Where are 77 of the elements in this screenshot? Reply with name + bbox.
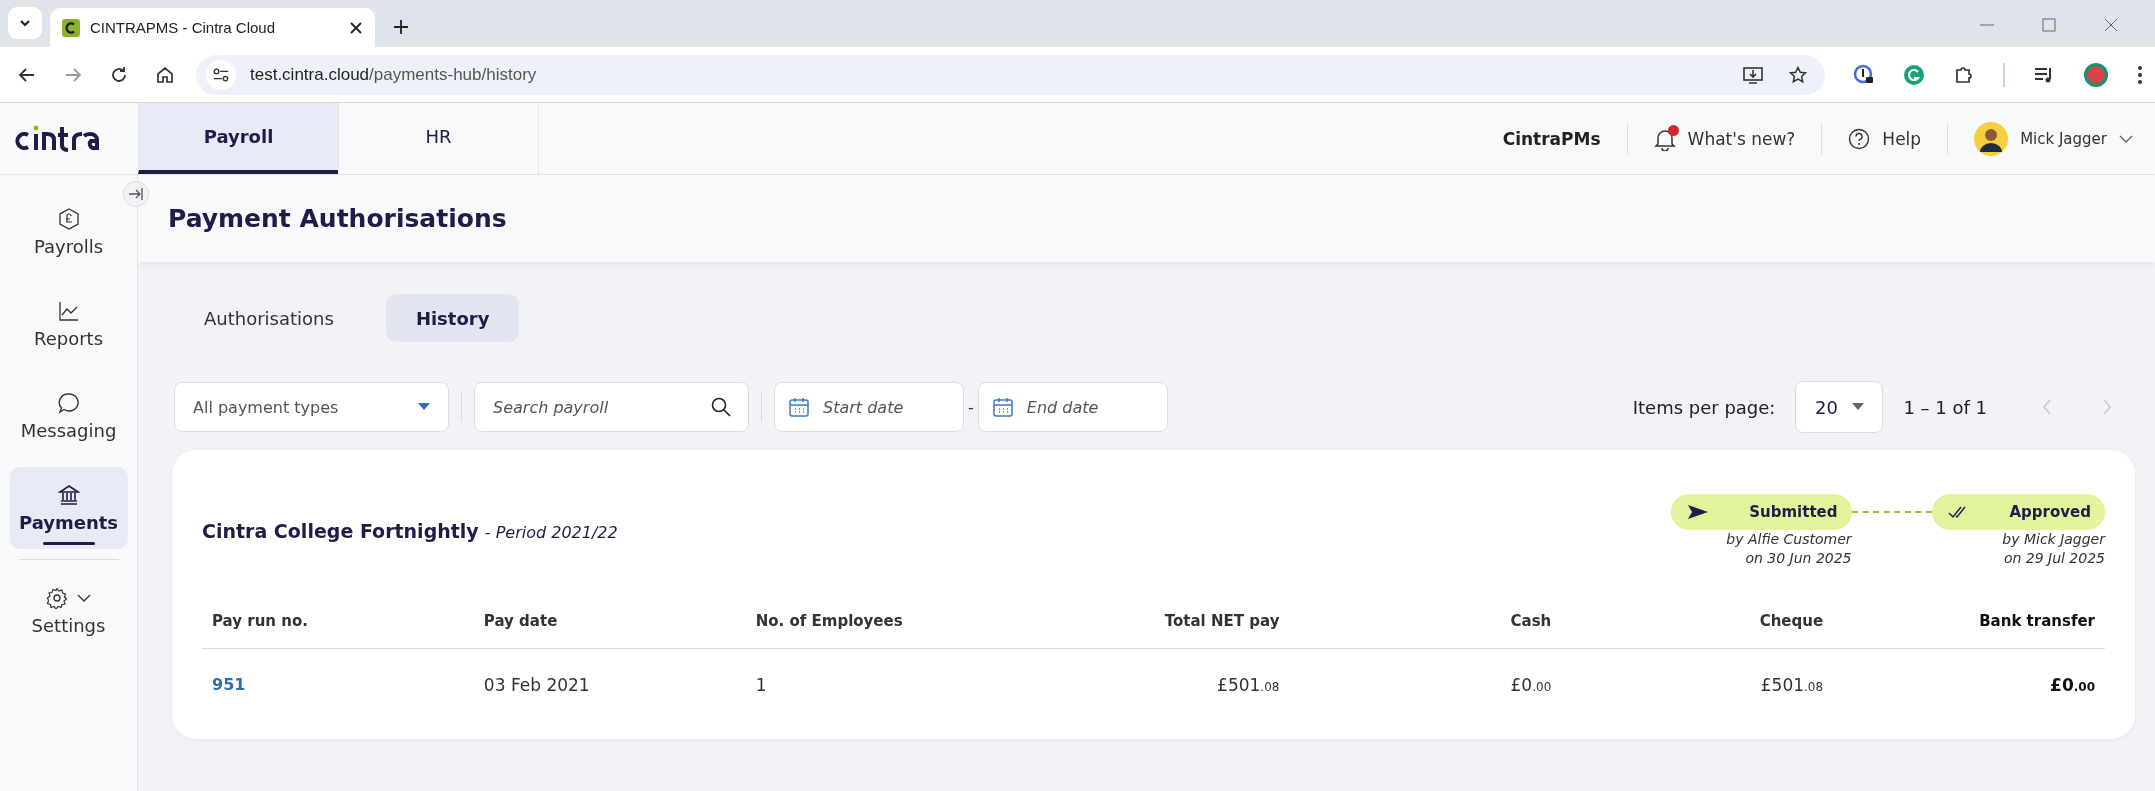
column-header: Pay run no. (202, 612, 474, 649)
amount-cell-text: £501.08 (1216, 674, 1281, 695)
whats-new-link[interactable]: What's new? (1653, 126, 1796, 151)
chevron-down-icon (2119, 133, 2133, 144)
help-icon (1848, 127, 1871, 150)
close-icon[interactable] (349, 20, 363, 35)
home-icon[interactable] (156, 65, 174, 84)
caret-icon (1851, 403, 1864, 411)
organisation-name: CintraPMs (1502, 128, 1601, 149)
payment-type-dropdown[interactable]: All payment types (174, 382, 449, 432)
back-icon[interactable] (18, 65, 36, 84)
reload-icon[interactable] (110, 65, 128, 84)
sidebar-item[interactable]: Messaging (9, 375, 128, 457)
amount-cell-text: £0.00 (2049, 674, 2096, 695)
payroll-title: Cintra College Fortnightly - Period 2021/22 (202, 520, 618, 542)
page-range: 1 – 1 of 1 (1903, 396, 1987, 418)
line-chart-icon (57, 299, 80, 322)
page-tab[interactable]: Authorisations (174, 294, 364, 342)
bookmark-star-icon[interactable] (1789, 65, 1807, 84)
new-tab-icon[interactable] (393, 19, 409, 35)
search-icon (711, 397, 731, 417)
sidebar-item[interactable]: Settings (9, 570, 128, 652)
bank-icon (57, 483, 80, 506)
more-menu-icon[interactable] (2137, 64, 2143, 85)
site-settings-icon[interactable] (206, 59, 236, 90)
browser-tab[interactable]: CINTRAPMS - Cintra Cloud (50, 8, 375, 47)
step-date: on 29 Jul 2025 (2003, 549, 2105, 568)
pound-hexagon-icon (57, 207, 80, 230)
column-header: Pay date (473, 612, 746, 649)
status-pill: Submitted (1671, 494, 1852, 530)
sidebar-item[interactable]: Payments (9, 467, 128, 549)
end-date-field[interactable]: End date (977, 382, 1168, 432)
amount-cell-text: £0.00 (1509, 674, 1553, 695)
tab-title: CINTRAPMS - Cintra Cloud (90, 19, 277, 36)
user-menu[interactable]: Mick Jagger (1974, 121, 2133, 156)
collapse-sidebar-button[interactable] (123, 181, 149, 207)
caret-icon (418, 403, 430, 411)
items-per-page-label: Items per page: (1632, 396, 1776, 418)
profile-avatar-icon[interactable] (2083, 61, 2109, 88)
url-text: test.cintra.cloud/payments-hub/history (250, 64, 537, 85)
chevron-down-icon (75, 592, 92, 603)
nav-tab[interactable]: HR (338, 103, 538, 174)
gear-icon (45, 586, 68, 609)
pay-run-link[interactable]: 951 (202, 649, 474, 695)
column-header: Cheque (1561, 612, 1834, 649)
column-header: Cash (1289, 612, 1562, 649)
page-tab[interactable]: History (385, 294, 520, 342)
amount-cell-text: £501.08 (1759, 674, 1825, 695)
table-cell-text: 03 Feb 2021 (482, 674, 591, 695)
install-app-icon[interactable] (1743, 65, 1763, 84)
collapse-arrow-icon (128, 187, 144, 201)
status-pill: Approved (1931, 494, 2105, 530)
step-author: by Mick Jagger (2002, 530, 2105, 549)
column-header: No. of Employees (745, 612, 1018, 649)
column-header: Bank transfer (1833, 612, 2105, 649)
favicon-icon (62, 18, 80, 37)
speech-bubble-icon (57, 391, 80, 414)
grammar-extension-icon[interactable] (1903, 63, 1925, 86)
start-date-field[interactable]: Start date (774, 382, 964, 432)
step-author: by Alfie Customer (1726, 530, 1852, 549)
step-date: on 30 Jun 2025 (1745, 549, 1852, 568)
forward-icon[interactable] (64, 65, 82, 84)
send-icon (1687, 504, 1710, 520)
column-header: Total NET pay (1017, 612, 1290, 649)
items-per-page-select[interactable]: 20 (1795, 381, 1884, 433)
tab-search-button[interactable] (8, 7, 42, 39)
sidebar-item[interactable]: Reports (9, 283, 128, 365)
nav-tab[interactable]: Payroll (138, 103, 338, 174)
search-field[interactable]: Search payroll (474, 382, 749, 432)
address-bar[interactable]: test.cintra.cloud/payments-hub/history (196, 54, 1825, 95)
page-title: Payment Authorisations (168, 204, 507, 233)
sidebar-item[interactable]: Payrolls (9, 191, 128, 273)
help-link[interactable]: Help (1848, 127, 1922, 150)
password-extension-icon[interactable] (1853, 63, 1875, 86)
user-avatar-icon (1974, 121, 2009, 156)
table-cell-text: 1 (754, 674, 768, 695)
date-range-separator: - (968, 397, 974, 417)
